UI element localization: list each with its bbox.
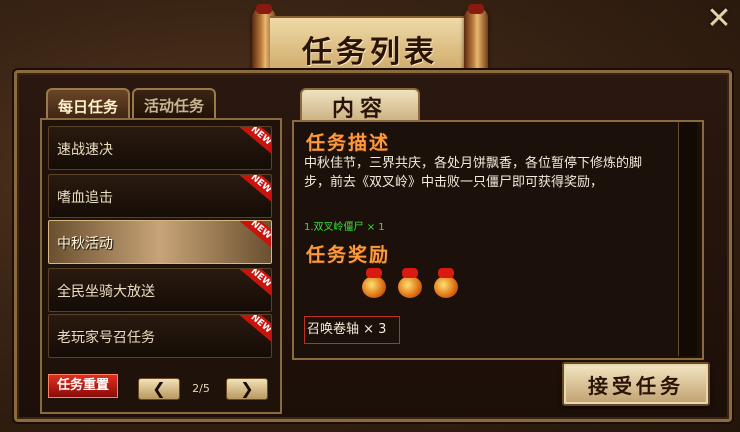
tab-event-quests[interactable]: 活动任务 — [132, 88, 217, 120]
gift-pouch-icon[interactable] — [432, 268, 460, 300]
quest-label: 老玩家号召任务 — [57, 330, 155, 346]
reward-heading: 任务奖励 — [306, 244, 391, 266]
reset-quests-button[interactable]: 任务重置 — [48, 374, 118, 398]
gift-pouch-icon[interactable] — [360, 268, 388, 300]
reward-icons — [360, 268, 460, 300]
new-badge: NEW — [238, 315, 271, 345]
quest-list: 速战速决 NEW 嗜血追击 NEW 中秋活动 NEW 全民坐骑大放送 NEW 老… — [40, 118, 282, 414]
prev-page-button[interactable]: ❮ — [138, 378, 180, 400]
next-page-button[interactable]: ❯ — [226, 378, 268, 400]
quest-item-veteran-call[interactable]: 老玩家号召任务 NEW — [48, 314, 272, 358]
description-heading: 任务描述 — [306, 132, 391, 154]
new-badge: NEW — [238, 269, 271, 299]
new-badge: NEW — [238, 175, 271, 205]
accept-quest-button[interactable]: 接受任务 — [562, 362, 710, 406]
gift-pouch-icon[interactable] — [396, 268, 424, 300]
quest-tabs: 每日任务 活动任务 — [46, 88, 217, 122]
quest-label: 全民坐骑大放送 — [57, 284, 155, 300]
reward-item: 召唤卷轴 × 3 — [304, 316, 400, 344]
quest-item-speed-battle[interactable]: 速战速决 NEW — [48, 126, 272, 170]
tab-daily-quests[interactable]: 每日任务 — [46, 88, 131, 122]
quest-item-mid-autumn[interactable]: 中秋活动 NEW — [48, 220, 272, 264]
quest-objective: 1.双叉岭僵尸 × 1 — [304, 222, 385, 233]
quest-label: 中秋活动 — [57, 236, 113, 252]
quest-label: 速战速决 — [57, 142, 113, 158]
new-badge: NEW — [238, 221, 271, 251]
close-icon[interactable]: ✕ — [704, 4, 734, 34]
new-badge: NEW — [238, 127, 271, 157]
page-indicator: 2/5 — [192, 382, 210, 395]
quest-description: 中秋佳节，三界共庆，各处月饼飘香，各位暂停下修炼的脚步，前去《双叉岭》中击败一只… — [304, 156, 643, 190]
content-tab: 内容 — [300, 88, 420, 124]
quest-item-mount-giveaway[interactable]: 全民坐骑大放送 NEW — [48, 268, 272, 312]
quest-item-bloodthirst[interactable]: 嗜血追击 NEW — [48, 174, 272, 218]
content-scrollbar[interactable] — [678, 122, 697, 356]
quest-label: 嗜血追击 — [57, 190, 113, 206]
window-title: 任务列表 — [302, 35, 438, 70]
